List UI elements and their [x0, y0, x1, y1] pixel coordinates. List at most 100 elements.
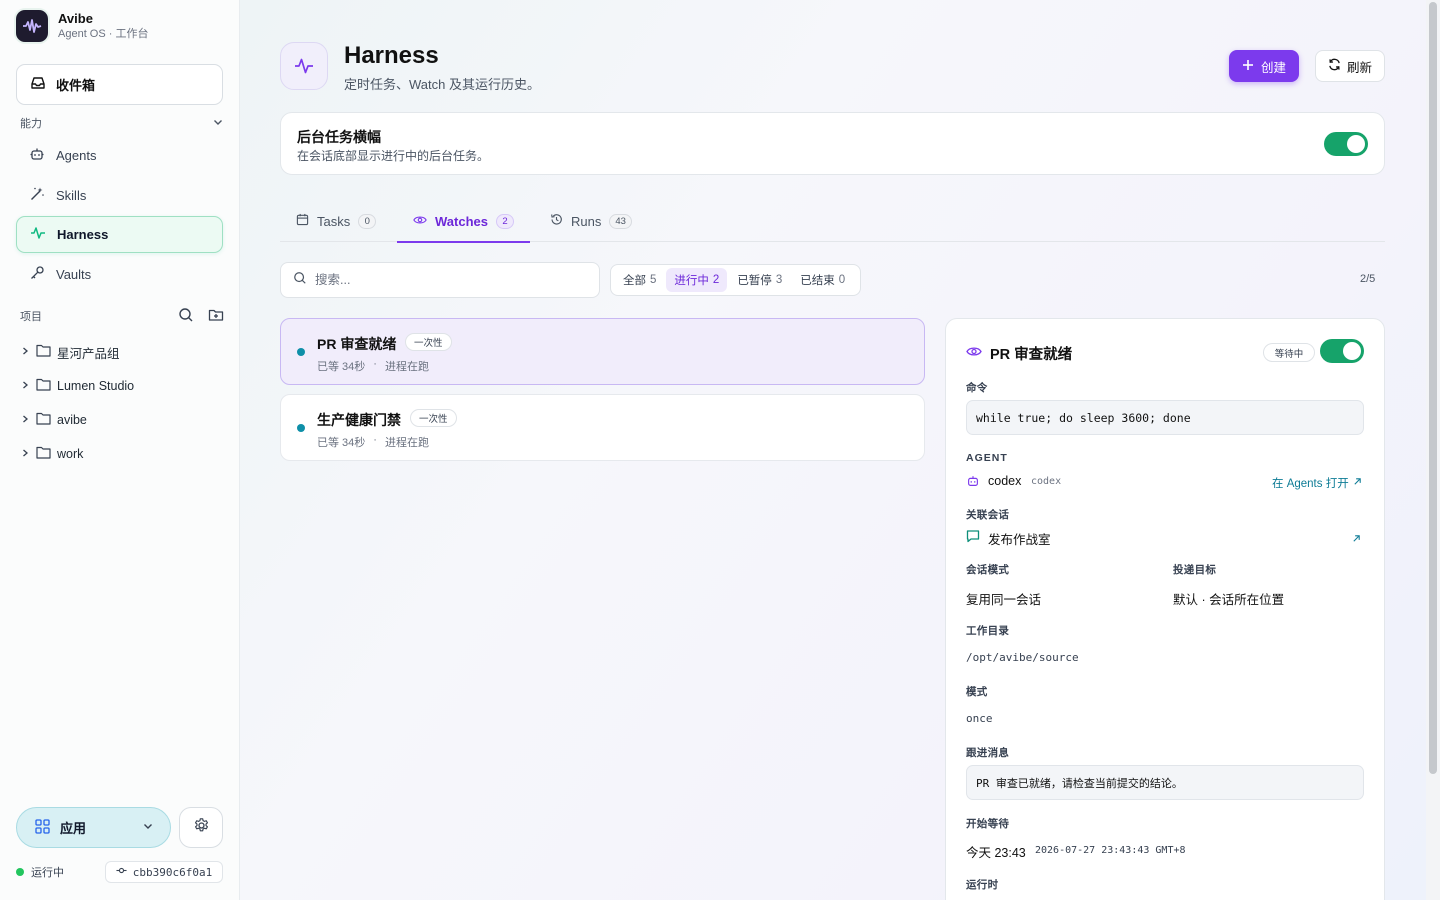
filter-all[interactable]: 全部 5	[615, 268, 664, 292]
pagination-indicator: 2/5	[1360, 273, 1376, 285]
session-mode-label: 会话模式	[966, 564, 1010, 576]
project-label: work	[57, 447, 84, 461]
refresh-icon	[1328, 58, 1341, 74]
agent-name: codex	[988, 474, 1022, 488]
session-name[interactable]: 发布作战室	[988, 529, 1051, 548]
command-value[interactable]: while true; do sleep 3600; done	[966, 400, 1364, 435]
banner-toggle[interactable]	[1324, 132, 1368, 156]
settings-button[interactable]	[179, 807, 223, 848]
new-folder-icon[interactable]	[208, 307, 224, 326]
filter-count: 2	[712, 274, 720, 286]
chat-bubble-icon	[966, 529, 980, 548]
search-input[interactable]	[315, 273, 575, 287]
search-icon[interactable]	[178, 307, 194, 326]
sidebar-item-agents[interactable]: Agents	[16, 137, 223, 174]
status-dot	[16, 868, 24, 876]
detail-title: PR 审查就绪	[990, 347, 1073, 363]
filter-count: 5	[650, 274, 657, 286]
open-in-agents-label: 在 Agents 打开	[1272, 478, 1349, 490]
apps-label: 应用	[60, 821, 87, 836]
create-button[interactable]: 创建	[1229, 50, 1299, 82]
runtime-status-label: 运行中	[31, 867, 64, 879]
sidebar-item-skills[interactable]: Skills	[16, 177, 223, 214]
mode-label: 模式	[966, 686, 988, 698]
project-item[interactable]: work	[20, 443, 220, 465]
runtime-status: 运行中	[16, 864, 64, 880]
brand-subtitle: Agent OS · 工作台	[58, 28, 149, 40]
watch-meta: 已等 34秒 · 进程在跑	[317, 358, 429, 374]
started-full: 2026-07-27 23:43:43 GMT+8	[1035, 845, 1186, 856]
git-commit-icon	[116, 865, 127, 879]
tab-label: Tasks	[317, 213, 351, 229]
watch-detail-panel: PR 审查就绪 等待中 命令 while true; do sleep 3600…	[945, 318, 1385, 900]
chevron-down-icon[interactable]	[212, 116, 224, 131]
capabilities-heading: 能力	[20, 118, 42, 130]
watch-name: 生产健康门禁	[317, 412, 401, 428]
capabilities-section-header[interactable]: 能力	[20, 115, 224, 131]
watch-process-status: 进程在跑	[384, 437, 429, 449]
search-field[interactable]	[280, 262, 600, 298]
watch-list-item[interactable]: 生产健康门禁 一次性 已等 34秒 · 进程在跑	[280, 394, 925, 461]
folder-icon	[36, 344, 51, 360]
delivery-label: 投递目标	[1173, 564, 1217, 576]
folder-icon	[36, 446, 51, 462]
watch-process-status: 进程在跑	[384, 361, 429, 373]
watch-enabled-toggle[interactable]	[1320, 339, 1364, 363]
refresh-button[interactable]: 刷新	[1315, 50, 1385, 82]
folder-icon	[36, 412, 51, 428]
sidebar-item-label: Agents	[56, 148, 97, 163]
chevron-right-icon[interactable]	[20, 413, 30, 427]
magic-wand-icon	[29, 186, 45, 205]
eye-icon	[413, 214, 427, 229]
calendar-icon	[296, 213, 309, 229]
activity-pulse-icon	[30, 225, 46, 244]
project-item[interactable]: 星河产品组	[20, 341, 220, 363]
project-item[interactable]: Lumen Studio	[20, 375, 220, 397]
filter-count: 3	[775, 274, 783, 286]
filter-paused[interactable]: 已暂停 3	[729, 268, 790, 292]
chevron-right-icon[interactable]	[20, 379, 30, 393]
watch-list-item[interactable]: PR 审查就绪 一次性 已等 34秒 · 进程在跑	[280, 318, 925, 385]
inbox-label: 收件箱	[56, 78, 96, 93]
commit-hash: cbb390c6f0a1	[132, 865, 213, 879]
commit-badge[interactable]: cbb390c6f0a1	[105, 861, 223, 883]
projects-section-header: 项目	[20, 307, 224, 326]
chevron-right-icon[interactable]	[20, 345, 30, 359]
tab-watches[interactable]: Watches 2	[397, 200, 530, 243]
sidebar-item-vaults[interactable]: Vaults	[16, 256, 223, 293]
filter-in-progress[interactable]: 进行中 2	[666, 268, 728, 292]
robot-icon	[29, 146, 45, 165]
apps-button[interactable]: 应用	[16, 807, 171, 848]
agent-id: codex	[1031, 476, 1062, 487]
session-label: 关联会话	[966, 509, 1010, 521]
project-label: Lumen Studio	[57, 379, 135, 393]
sidebar-item-label: Skills	[56, 188, 87, 203]
followup-value[interactable]: PR 审查已就绪，请检查当前提交的结论。	[966, 765, 1364, 800]
filter-ended[interactable]: 已结束 0	[792, 268, 853, 292]
open-in-agents-link[interactable]: 在 Agents 打开	[1272, 475, 1362, 491]
external-link-icon[interactable]	[1352, 530, 1361, 548]
eye-icon	[966, 345, 982, 363]
search-icon	[293, 271, 307, 290]
folder-icon	[36, 378, 51, 394]
chevron-right-icon[interactable]	[20, 447, 30, 461]
banner-subtitle: 在会话底部显示进行中的后台任务。	[297, 149, 490, 163]
tab-tasks[interactable]: Tasks 0	[296, 200, 377, 242]
watch-type-badge: 一次性	[410, 409, 457, 427]
workdir-value: /opt/avibe/source	[966, 651, 1079, 664]
watch-waited: 已等 34秒	[317, 437, 366, 449]
tab-runs[interactable]: Runs 43	[550, 200, 632, 242]
inbox-button[interactable]: 收件箱	[16, 64, 223, 105]
scrollbar-thumb[interactable]	[1429, 2, 1437, 774]
external-link-icon	[1353, 477, 1362, 489]
status-dot	[297, 348, 305, 356]
project-item[interactable]: avibe	[20, 409, 220, 431]
plus-icon	[1242, 59, 1254, 74]
brand[interactable]: Avibe Agent OS · 工作台	[16, 10, 148, 42]
sidebar-item-harness[interactable]: Harness	[16, 216, 223, 253]
started-label: 开始等待	[966, 818, 1010, 830]
session-mode-value: 复用同一会话	[966, 593, 1042, 607]
page-title: Harness	[344, 42, 439, 69]
runtime-label: 运行时	[966, 879, 999, 891]
workdir-label: 工作目录	[966, 625, 1010, 637]
